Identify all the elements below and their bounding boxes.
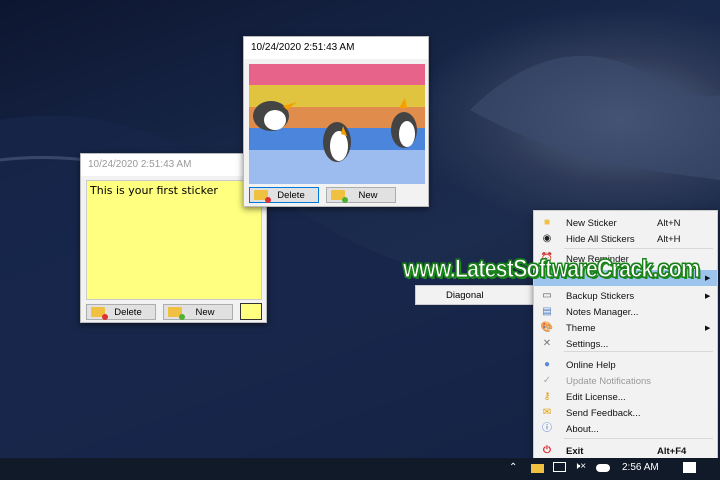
palette-icon: 🎨	[540, 322, 554, 333]
menu-item-edit-license[interactable]: ⚷ Edit License...	[534, 389, 717, 405]
delete-button[interactable]: Delete	[249, 187, 319, 203]
menu-item-about[interactable]: ⓘ About...	[534, 421, 717, 437]
text-sticker-window: 10/24/2020 2:51:43 AM This is your first…	[80, 153, 267, 323]
delete-sticker-icon	[91, 307, 108, 320]
info-icon: ⓘ	[542, 423, 552, 434]
menu-item-theme[interactable]: 🎨 Theme ▶	[534, 320, 717, 336]
menu-item-label: Online Help	[566, 359, 616, 371]
new-sticker-icon	[168, 307, 185, 320]
penguins-image	[253, 98, 417, 162]
backup-disk-icon: ▭	[542, 290, 552, 301]
menu-item-label: Hide All Stickers	[566, 233, 635, 245]
submenu-arrow-icon: ▶	[705, 293, 711, 300]
submenu: Diagonal	[415, 285, 535, 305]
sticker-timestamp: 10/24/2020 2:51:43 AM	[244, 37, 428, 59]
menu-item-label: Settings...	[566, 338, 609, 350]
new-button[interactable]: New	[326, 187, 396, 203]
menu-item-online-help[interactable]: ● Online Help	[534, 357, 717, 373]
check-icon: ✓	[542, 375, 552, 386]
onedrive-cloud-icon[interactable]	[596, 464, 610, 472]
menu-item-label: Theme	[566, 322, 596, 334]
menu-separator	[564, 351, 713, 352]
submenu-item-diagonal[interactable]: Diagonal	[416, 286, 534, 301]
help-icon: ●	[543, 359, 551, 370]
hide-eye-icon: ◉	[542, 233, 552, 244]
menu-separator	[564, 438, 713, 439]
volume-muted-icon[interactable]: 🕨×	[574, 461, 586, 472]
menu-separator	[564, 248, 713, 249]
show-hidden-icons-chevron[interactable]: ⌃	[509, 462, 517, 473]
menu-item-update-notifications[interactable]: ✓ Update Notifications	[534, 373, 717, 389]
clock[interactable]: 2:56 AM	[622, 462, 659, 473]
menu-item-label: New Sticker	[566, 217, 617, 229]
notifications-icon[interactable]	[683, 462, 696, 473]
envelope-icon: ✉	[542, 407, 552, 418]
menu-item-label: Edit License...	[566, 391, 626, 403]
shortcut: Alt+H	[657, 233, 681, 245]
network-icon[interactable]	[553, 462, 566, 472]
menu-item-label: Backup Stickers	[566, 290, 635, 302]
submenu-arrow-icon: ▶	[705, 325, 711, 332]
shortcut: Alt+N	[657, 217, 681, 229]
watermark: www.LatestSoftwareCrack.com	[403, 255, 701, 284]
penguin-picture	[249, 64, 425, 184]
menu-item-new-sticker[interactable]: ■ New Sticker Alt+N	[534, 215, 717, 231]
menu-item-label: Send Feedback...	[566, 407, 641, 419]
shortcut: Alt+F4	[657, 445, 687, 457]
taskbar: ⌃ 🕨× 2:56 AM	[0, 458, 720, 480]
new-sticker-icon	[331, 190, 348, 203]
delete-button[interactable]: Delete	[86, 304, 156, 320]
menu-item-label: About...	[566, 423, 599, 435]
tray-context-menu: ■ New Sticker Alt+N ◉ Hide All Stickers Alt+H…	[533, 210, 718, 460]
submenu-arrow-icon: ▶	[705, 275, 711, 282]
menu-item-label: Notes Manager...	[566, 306, 639, 318]
new-sticker-icon: ■	[543, 217, 551, 228]
menu-item-exit[interactable]: ⏻ Exit Alt+F4	[534, 443, 717, 459]
picture-sticker-window: 10/24/2020 2:51:43 AM Delete New	[243, 36, 429, 207]
delete-sticker-icon	[254, 190, 271, 203]
menu-item-send-feedback[interactable]: ✉ Send Feedback...	[534, 405, 717, 421]
new-button[interactable]: New	[163, 304, 233, 320]
color-swatch-button[interactable]	[240, 303, 262, 320]
key-icon: ⚷	[543, 391, 551, 402]
tools-icon: ✕	[542, 338, 552, 349]
notes-manager-icon: ▤	[542, 306, 552, 317]
menu-item-notes-manager[interactable]: ▤ Notes Manager...	[534, 304, 717, 320]
menu-item-hide-all-stickers[interactable]: ◉ Hide All Stickers Alt+H	[534, 231, 717, 247]
power-icon: ⏻	[543, 445, 551, 456]
menu-item-backup-stickers[interactable]: ▭ Backup Stickers ▶	[534, 288, 717, 304]
menu-item-label: Update Notifications	[566, 375, 652, 387]
sticker-timestamp: 10/24/2020 2:51:43 AM	[81, 154, 266, 176]
menu-item-label: Exit	[566, 445, 584, 457]
menu-item-settings[interactable]: ✕ Settings...	[534, 336, 717, 352]
stickers-tray-icon[interactable]	[531, 464, 544, 473]
sticker-text-area[interactable]: This is your first sticker	[86, 180, 262, 300]
